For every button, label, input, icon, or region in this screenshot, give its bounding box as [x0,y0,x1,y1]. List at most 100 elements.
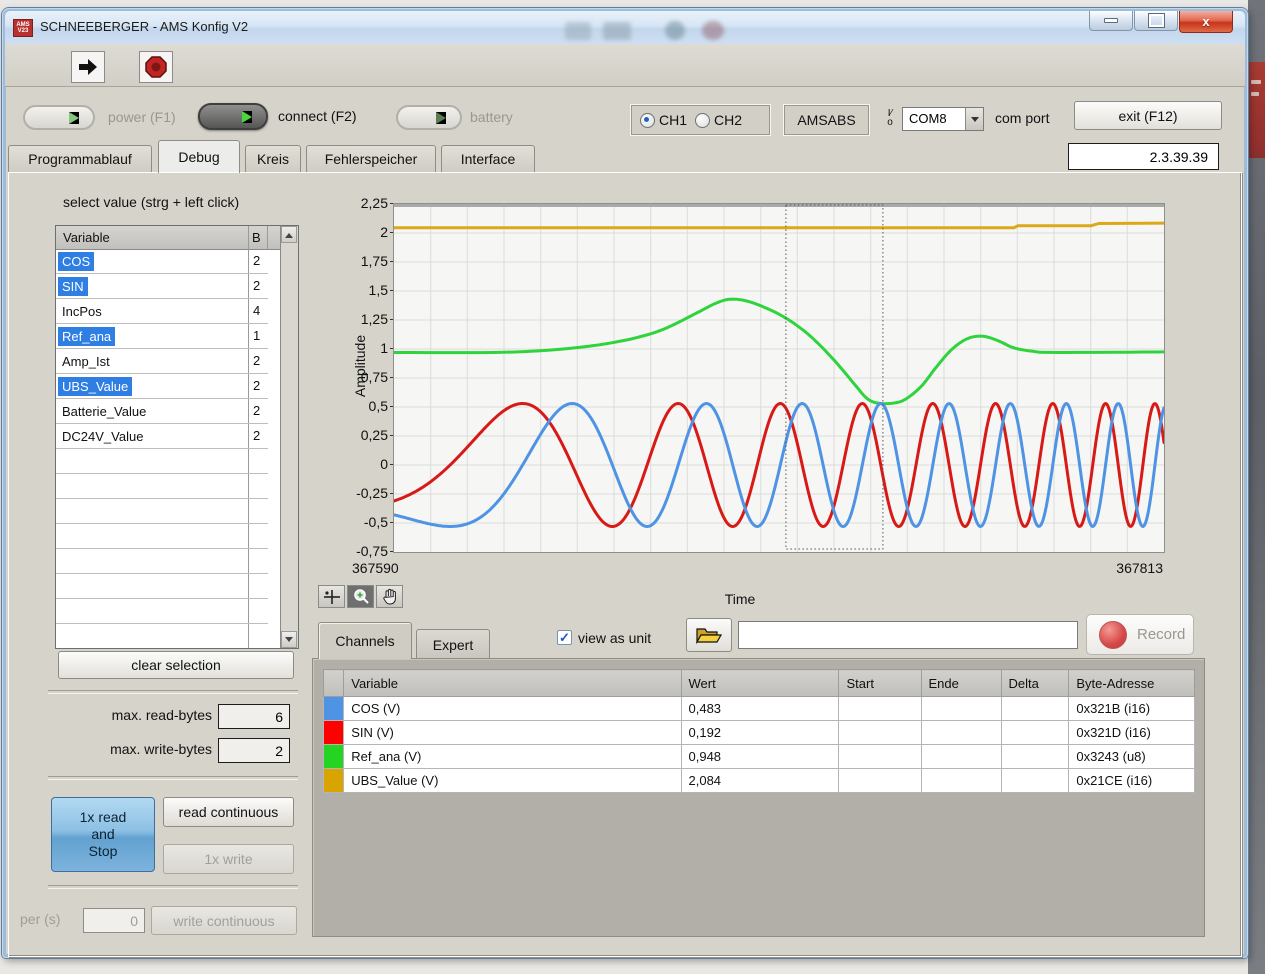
variable-row[interactable] [56,599,268,624]
zoom-tool-button[interactable] [347,585,374,608]
maximize-button[interactable] [1134,11,1178,31]
connect-toggle[interactable] [198,103,268,130]
tab-debug[interactable]: Debug [158,140,240,173]
variable-row[interactable]: DC24V_Value2 [56,424,268,449]
variable-row[interactable] [56,624,268,649]
tab-expert[interactable]: Expert [416,629,490,659]
view-as-unit-checkbox[interactable]: ✓ [557,630,572,645]
battery-led-arrow-icon [436,112,446,124]
column-header-variable[interactable]: Variable [56,226,249,249]
variable-row[interactable]: UBS_Value2 [56,374,268,399]
minimize-button[interactable] [1089,11,1133,31]
variable-row[interactable]: Batterie_Value2 [56,399,268,424]
power-label: power (F1) [108,109,176,125]
y-tick-label: 0,5 [322,398,388,414]
tab-kreis[interactable]: Kreis [245,145,301,172]
open-folder-icon [695,625,723,645]
column-header-byte-adresse[interactable]: Byte-Adresse [1069,670,1195,697]
variable-name[interactable]: Amp_Ist [56,354,110,369]
channel-ende [921,721,1001,745]
column-header-start[interactable]: Start [839,670,921,697]
variable-bytes [249,474,268,498]
tab-programmablauf[interactable]: Programmablauf [8,145,152,172]
variable-row[interactable] [56,499,268,524]
variable-table-header[interactable]: Variable B [56,226,298,250]
channel-variable: Ref_ana (V) [344,745,681,769]
open-file-button[interactable] [686,618,732,652]
variable-row[interactable]: COS2 [56,249,268,274]
clear-selection-button[interactable]: clear selection [58,651,294,679]
ch2-label: CH2 [714,112,742,128]
channel-start [839,721,921,745]
y-tick-label: 0,75 [322,369,388,385]
tab-interface[interactable]: Interface [441,145,535,172]
variable-bytes [249,524,268,548]
write-continuous-button[interactable]: write continuous [151,906,297,935]
run-button[interactable] [71,51,105,83]
max-write-bytes-field[interactable]: 2 [218,738,290,763]
channel-row[interactable]: COS (V)0,4830x321B (i16) [324,697,1195,721]
ch2-radio[interactable] [695,113,710,128]
variable-table[interactable]: Variable B COS2SIN2IncPos4Ref_ana1Amp_Is… [55,225,299,649]
column-header-delta[interactable]: Delta [1001,670,1069,697]
record-file-path-input[interactable] [738,621,1078,649]
scroll-down-button[interactable] [281,631,297,648]
variable-name[interactable]: UBS_Value [58,377,132,396]
scroll-up-button[interactable] [281,226,297,243]
cursor-tool-button[interactable] [318,585,345,608]
variable-row[interactable] [56,574,268,599]
titlebar-ghost-artifact [603,22,631,40]
channel-byte-adresse: 0x321B (i16) [1069,697,1195,721]
variable-name[interactable]: DC24V_Value [56,429,143,444]
y-tick-label: 2,25 [322,195,388,211]
max-write-bytes-label: max. write-bytes [82,741,212,757]
column-header-bytes[interactable]: B [249,226,268,249]
read-continuous-button[interactable]: read continuous [163,797,294,827]
write-once-button[interactable]: 1x write [163,844,294,874]
read-once-and-stop-button[interactable]: 1x read and Stop [51,797,155,872]
channel-row[interactable]: Ref_ana (V)0,9480x3243 (u8) [324,745,1195,769]
variable-row[interactable]: Amp_Ist2 [56,349,268,374]
variable-row[interactable]: SIN2 [56,274,268,299]
exit-button[interactable]: exit (F12) [1074,101,1222,130]
per-seconds-label: per (s) [20,911,78,927]
variable-name[interactable]: SIN [58,277,88,296]
variable-row[interactable] [56,449,268,474]
variable-row[interactable] [56,474,268,499]
column-header-variable[interactable]: Variable [344,670,681,697]
com-port-select[interactable]: COM8 [902,107,984,131]
variable-table-scrollbar[interactable] [280,226,298,648]
column-header-wert[interactable]: Wert [681,670,839,697]
variable-name[interactable]: COS [58,252,94,271]
pan-tool-button[interactable] [376,585,403,608]
ch1-radio[interactable] [640,113,655,128]
titlebar[interactable]: AMSV23 SCHNEEBERGER - AMS Konfig V2 x [5,11,1245,45]
variable-name[interactable]: Batterie_Value [56,404,146,419]
close-button[interactable]: x [1179,11,1233,33]
channel-row[interactable]: UBS_Value (V)2,0840x21CE (i16) [324,769,1195,793]
channel-color-swatch [324,697,344,721]
graph-tool-palette [318,585,405,608]
power-led-arrow-icon [69,112,79,124]
variable-name[interactable]: Ref_ana [58,327,115,346]
waveform-graph[interactable] [393,203,1165,553]
tab-fehlerspeicher[interactable]: Fehlerspeicher [306,145,436,172]
variable-row[interactable] [56,549,268,574]
abort-button[interactable] [139,51,173,83]
battery-toggle[interactable] [396,105,462,130]
tab-channels[interactable]: Channels [318,622,412,659]
power-toggle[interactable] [23,105,95,130]
column-header-ende[interactable]: Ende [921,670,1001,697]
crosshair-icon [323,589,341,605]
max-read-bytes-field[interactable]: 6 [218,704,290,729]
variable-row[interactable]: IncPos4 [56,299,268,324]
channel-row[interactable]: SIN (V)0,1920x321D (i16) [324,721,1195,745]
com-port-dropdown-button[interactable] [965,108,983,130]
variable-name[interactable]: IncPos [56,304,102,319]
record-button[interactable]: Record [1086,614,1194,655]
variable-row[interactable] [56,524,268,549]
variable-row[interactable]: Ref_ana1 [56,324,268,349]
channel-ende [921,697,1001,721]
y-tick-label: -0,25 [322,485,388,501]
per-seconds-field[interactable]: 0 [83,908,145,933]
